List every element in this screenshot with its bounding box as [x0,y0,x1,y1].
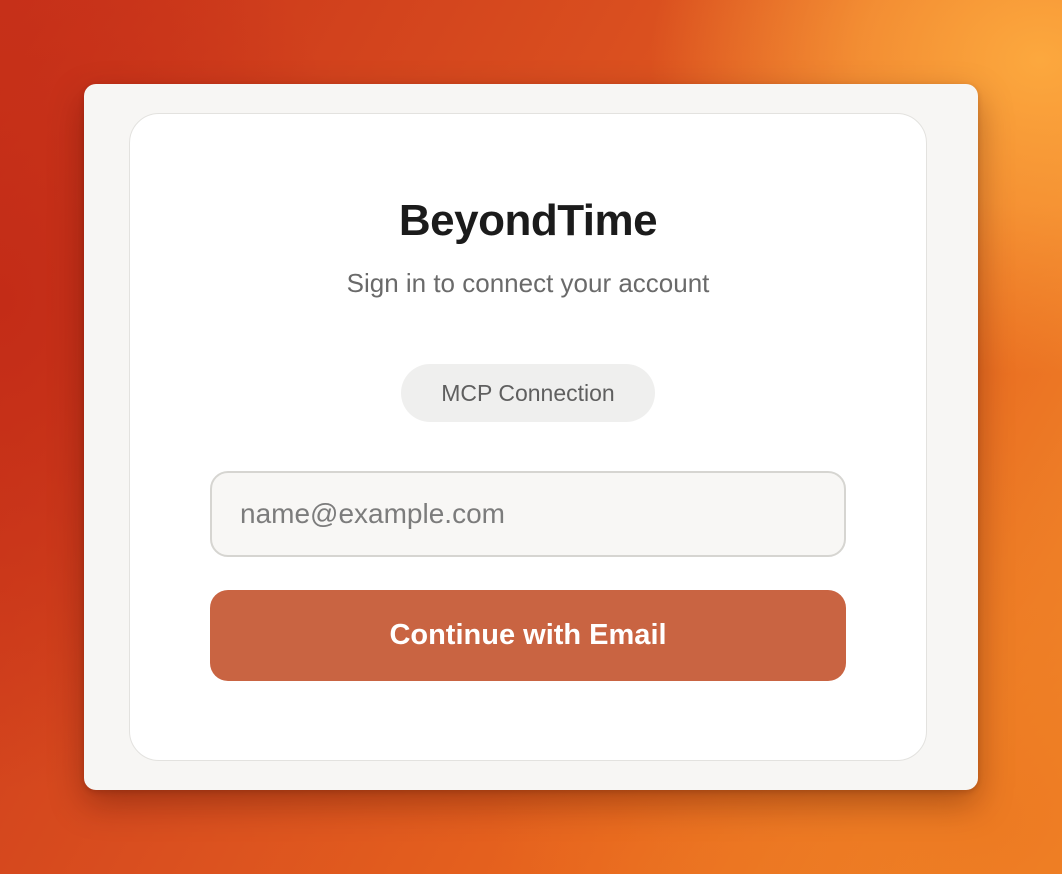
login-subtitle: Sign in to connect your account [346,268,710,298]
login-card: BeyondTime Sign in to connect your accou… [129,113,927,761]
continue-with-email-button[interactable]: Continue with Email [210,590,846,681]
email-field[interactable] [210,471,846,557]
connection-badge: MCP Connection [401,364,655,422]
brand-title: BeyondTime [398,196,658,245]
login-window: BeyondTime Sign in to connect your accou… [84,84,978,790]
